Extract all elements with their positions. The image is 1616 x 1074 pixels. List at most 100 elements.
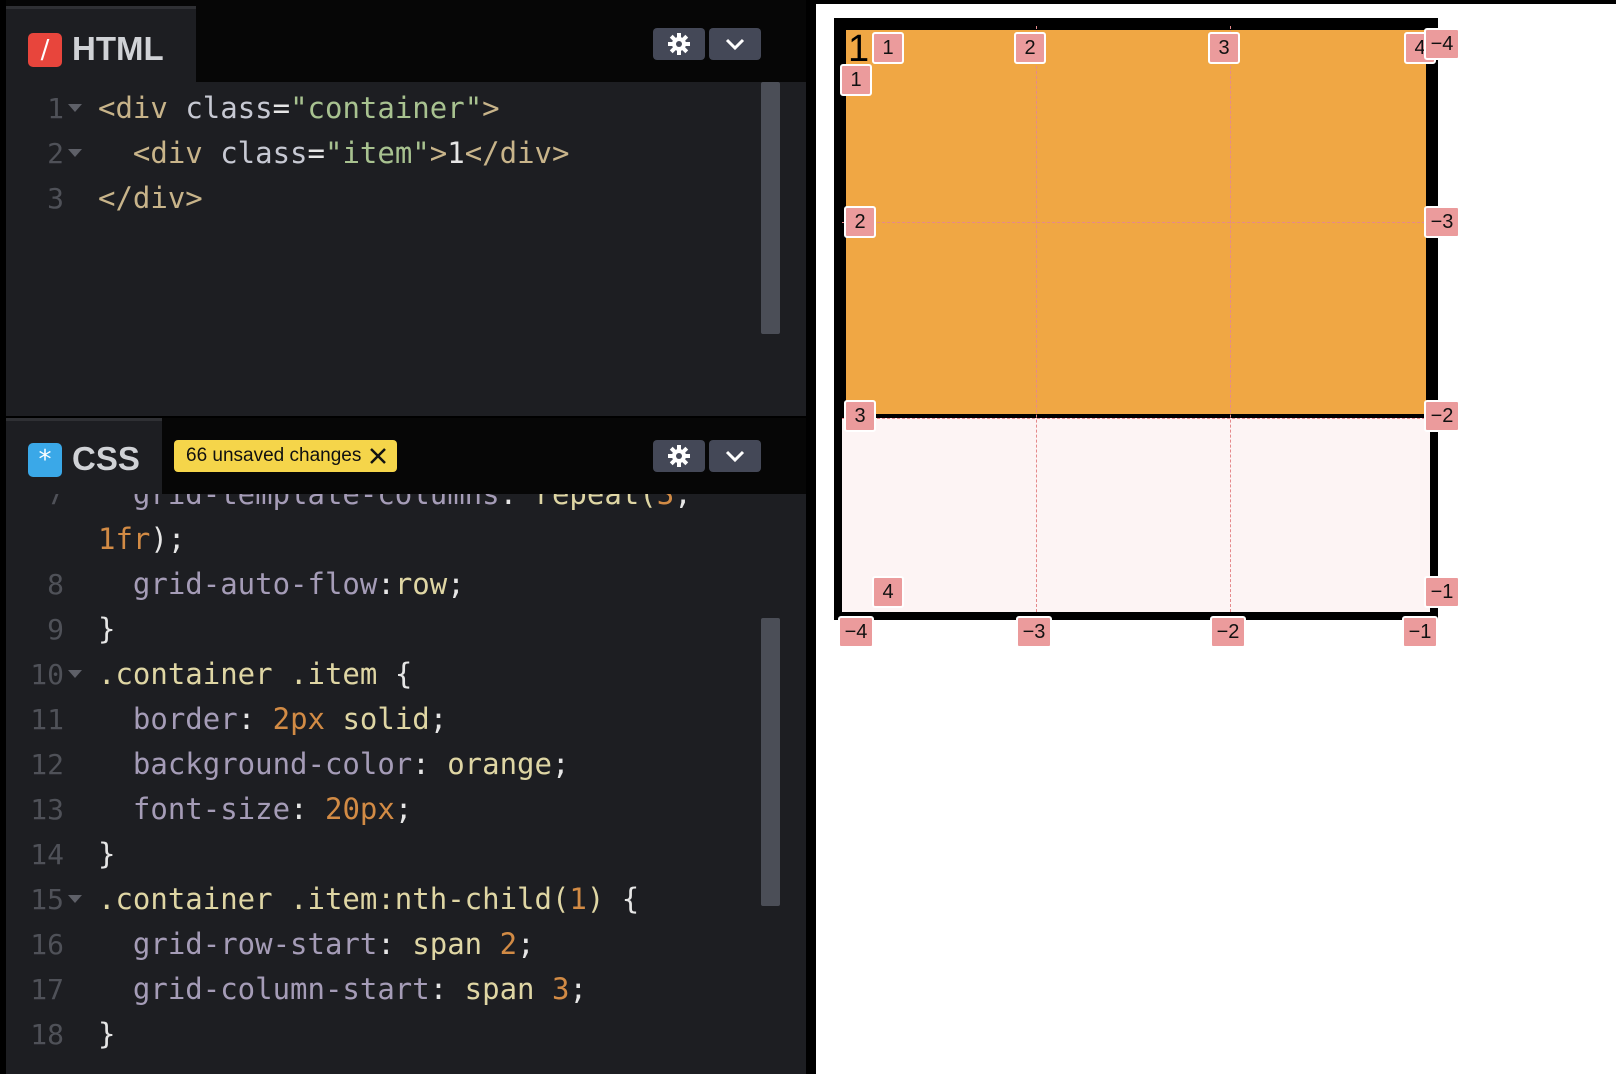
code-token: class xyxy=(185,91,273,125)
grid-line-label: −4 xyxy=(1424,28,1460,60)
code-text: background-color: orange; xyxy=(98,742,570,787)
grid-column-line xyxy=(1230,26,1231,612)
code-token: </div> xyxy=(464,136,570,170)
html-code-area[interactable]: 1 <div class="container"> 2 <div class="it… xyxy=(6,86,784,221)
code-token: 20px xyxy=(324,792,395,826)
code-token: "container" xyxy=(290,91,483,125)
code-text: grid-column-start: span 3; xyxy=(98,967,587,1012)
code-token: } xyxy=(98,1017,116,1051)
editor-column: / HTML 1 <div class="container"> 2 <div … xyxy=(0,0,806,1074)
grid-column-line xyxy=(1036,26,1037,612)
code-token: border xyxy=(98,702,238,736)
code-text: <div class="item">1</div> xyxy=(98,131,570,176)
grid-row-line xyxy=(842,418,1430,419)
code-token: ) xyxy=(586,882,622,916)
css-code-area[interactable]: 7 grid-template-columns: repeat(3, 1fr); 8… xyxy=(6,472,784,1057)
grid-line-label: −2 xyxy=(1210,616,1246,648)
code-token: ); xyxy=(150,522,186,556)
line-number: 15 xyxy=(30,883,64,916)
code-token: orange xyxy=(447,747,552,781)
code-token: : xyxy=(429,972,465,1006)
code-token: 2 xyxy=(499,927,518,961)
code-token: "item" xyxy=(325,136,430,170)
code-line[interactable]: 11 border: 2px solid; xyxy=(6,697,784,742)
code-token: } xyxy=(98,837,116,871)
html-scrollbar[interactable] xyxy=(761,82,780,334)
fold-arrow-icon[interactable] xyxy=(68,895,82,903)
grid-line-label: 3 xyxy=(1208,32,1240,64)
tab-css[interactable]: * CSS xyxy=(6,418,162,494)
code-token: : xyxy=(377,927,413,961)
line-number: 8 xyxy=(47,568,64,601)
code-line[interactable]: 12 background-color: orange; xyxy=(6,742,784,787)
code-text: grid-row-start: span 2; xyxy=(98,922,535,967)
code-token: .container .item:nth-child( xyxy=(98,882,570,916)
code-text: } xyxy=(98,832,115,877)
tab-html[interactable]: / HTML xyxy=(6,6,196,82)
line-number: 14 xyxy=(30,838,64,871)
line-number: 2 xyxy=(47,137,64,170)
code-token: grid-auto-flow xyxy=(98,567,378,601)
result-preview: 1 1 2 3 4 −4 −3 −2 −1 1 2 3 4 −4 −3 −2 −1 xyxy=(816,4,1616,1074)
code-token: grid-column-start xyxy=(98,972,430,1006)
line-number: 17 xyxy=(30,973,64,1006)
css-tab-label: CSS xyxy=(72,440,140,477)
code-text: <div class="container"> xyxy=(98,86,500,131)
code-line[interactable]: 14} xyxy=(6,832,784,877)
css-scrollbar[interactable] xyxy=(761,618,780,906)
code-line[interactable]: 17 grid-column-start: span 3; xyxy=(6,967,784,1012)
html-editor-panel: / HTML 1 <div class="container"> 2 <div … xyxy=(6,0,806,416)
line-number: 11 xyxy=(30,703,64,736)
code-text: } xyxy=(98,607,115,652)
css-settings-button[interactable] xyxy=(653,440,705,472)
html-tab-label: HTML xyxy=(72,30,164,67)
code-text: border: 2px solid; xyxy=(98,697,447,742)
grid-line-label: −1 xyxy=(1402,616,1438,648)
code-line[interactable]: 8 grid-auto-flow:row; xyxy=(6,562,784,607)
line-number: 10 xyxy=(30,658,64,691)
grid-line-label: −3 xyxy=(1424,206,1460,238)
html-settings-button[interactable] xyxy=(653,28,705,60)
css-collapse-button[interactable] xyxy=(709,440,761,472)
fold-arrow-icon[interactable] xyxy=(68,670,82,678)
code-line[interactable]: 16 grid-row-start: span 2; xyxy=(6,922,784,967)
code-line[interactable]: 3 </div> xyxy=(6,176,784,221)
code-token: 2px xyxy=(272,702,325,736)
code-token: ; xyxy=(551,747,570,781)
code-token: ; xyxy=(569,972,587,1006)
code-token: ; xyxy=(447,567,465,601)
html-collapse-button[interactable] xyxy=(709,28,761,60)
code-line[interactable]: 1 <div class="container"> xyxy=(6,86,784,131)
grid-line-label: 4 xyxy=(872,576,904,608)
empty-grid-area xyxy=(842,418,1430,612)
line-number: 9 xyxy=(47,613,64,646)
code-token: grid-row-start xyxy=(98,927,378,961)
close-icon[interactable] xyxy=(369,447,387,465)
line-number: 16 xyxy=(30,928,64,961)
code-line[interactable]: 9} xyxy=(6,607,784,652)
code-text: .container .item:nth-child(1) { xyxy=(98,877,639,922)
unsaved-changes-badge[interactable]: 66 unsaved changes xyxy=(174,440,398,472)
code-token: } xyxy=(98,612,116,646)
code-token: > xyxy=(482,91,500,125)
line-number: 12 xyxy=(30,748,64,781)
html-panel-header: / HTML xyxy=(6,0,806,82)
code-token: <div xyxy=(98,91,186,125)
code-token: = xyxy=(272,91,291,125)
code-token: background-color xyxy=(98,747,413,781)
code-line[interactable]: 13 font-size: 20px; xyxy=(6,787,784,832)
code-token: span xyxy=(412,927,500,961)
fold-arrow-icon[interactable] xyxy=(68,104,82,112)
code-token: ; xyxy=(517,927,535,961)
code-line[interactable]: 2 <div class="item">1</div> xyxy=(6,131,784,176)
code-line[interactable]: 18} xyxy=(6,1012,784,1057)
fold-arrow-icon[interactable] xyxy=(68,149,82,157)
line-number: 18 xyxy=(30,1018,64,1051)
line-number: 1 xyxy=(47,92,64,125)
code-token: 3 xyxy=(551,972,570,1006)
code-line[interactable]: 15 .container .item:nth-child(1) { xyxy=(6,877,784,922)
code-line[interactable]: 1fr); xyxy=(6,517,784,562)
code-line[interactable]: 10 .container .item { xyxy=(6,652,784,697)
code-token: class xyxy=(220,136,308,170)
grid-line-label: −2 xyxy=(1424,400,1460,432)
